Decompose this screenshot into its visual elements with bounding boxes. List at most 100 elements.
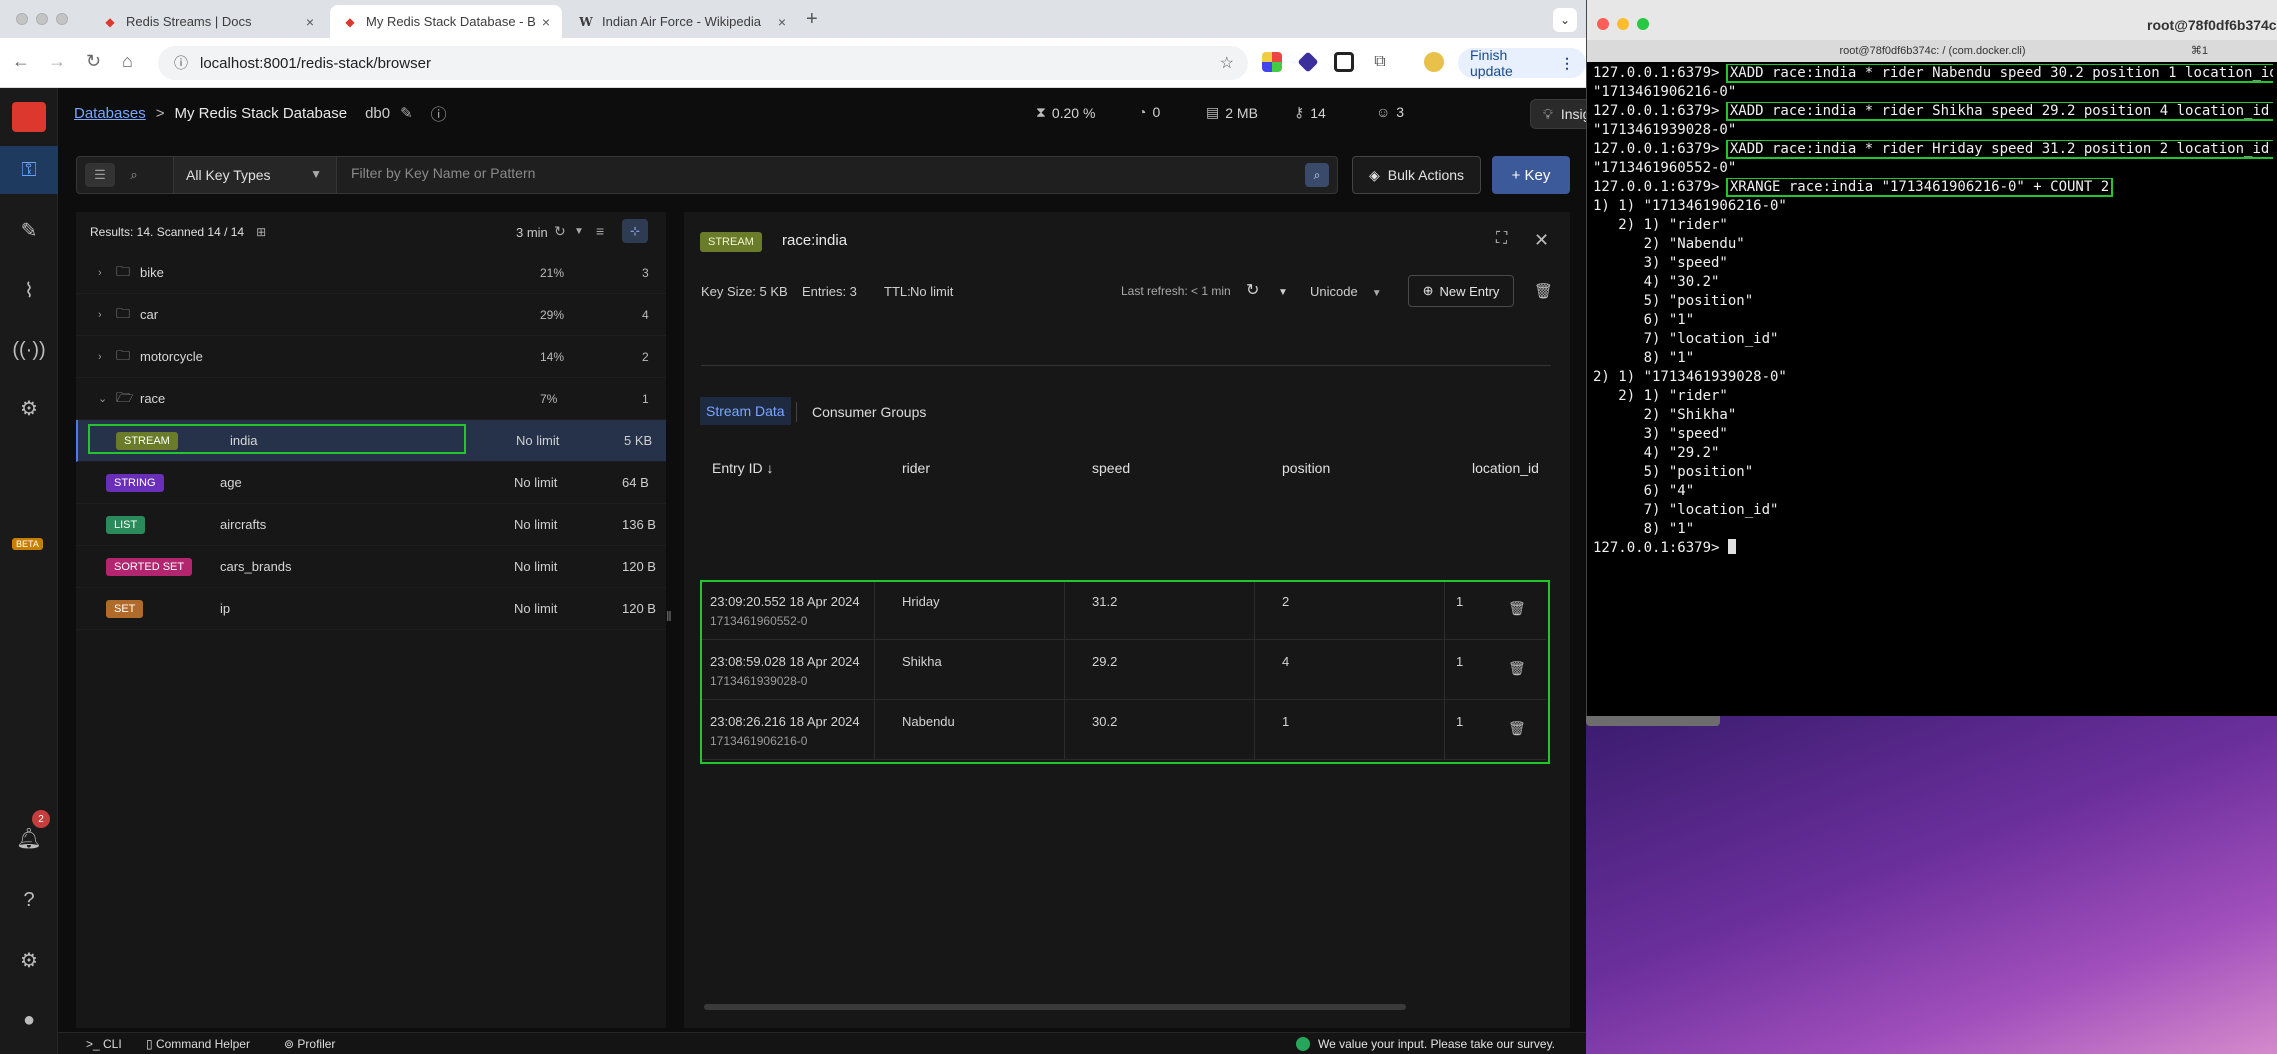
ttl-label: TTL: bbox=[884, 284, 911, 299]
command-helper-button[interactable]: ▯ Command Helper bbox=[146, 1037, 250, 1051]
reload-icon[interactable]: ↻ bbox=[86, 51, 101, 72]
cpu-stat: ⧗ 0.20 % bbox=[1036, 104, 1096, 121]
close-icon[interactable]: ✕ bbox=[1534, 230, 1549, 251]
refresh-icon[interactable]: ↻ bbox=[554, 223, 566, 240]
folder-row-race[interactable]: ⌄ 🗁︎ race 7% 1 bbox=[76, 378, 666, 420]
window-zoom-button[interactable] bbox=[56, 13, 68, 25]
refresh-icon[interactable]: ↻ bbox=[1246, 280, 1259, 300]
browser-key-icon[interactable]: ⚿ bbox=[0, 146, 58, 194]
insights-button[interactable]: 💡︎ Insights bbox=[1530, 99, 1586, 129]
key-row-cars-brands[interactable]: SORTED SET cars_brands No limit 120 B bbox=[76, 546, 666, 588]
key-row-aircrafts[interactable]: LIST aircrafts No limit 136 B bbox=[76, 504, 666, 546]
scan-more-icon[interactable]: ⊞ bbox=[256, 225, 266, 239]
key-row-ip[interactable]: SET ip No limit 120 B bbox=[76, 588, 666, 630]
tab-search-button[interactable]: ⌄ bbox=[1553, 8, 1577, 32]
terminal-output[interactable]: 127.0.0.1:6379> XADD race:india * rider … bbox=[1593, 64, 2273, 704]
terminal-prompt-line[interactable]: 127.0.0.1:6379> bbox=[1593, 539, 2273, 558]
tab-stream-data[interactable]: Stream Data bbox=[700, 397, 791, 425]
key-pattern-input[interactable]: Filter by Key Name or Pattern bbox=[351, 165, 535, 181]
search-icon[interactable]: ⌕ bbox=[1305, 163, 1329, 187]
window-minimize-button[interactable] bbox=[36, 13, 48, 25]
workbench-edit-icon[interactable]: ✎ bbox=[0, 206, 58, 254]
cli-button[interactable]: >_ CLI bbox=[86, 1037, 122, 1051]
window-minimize-button[interactable] bbox=[1617, 18, 1629, 30]
bookmark-star-icon[interactable]: ☆ bbox=[1220, 53, 1234, 73]
chevron-down-icon[interactable]: ▼ bbox=[1278, 287, 1288, 298]
add-key-button[interactable]: + Key bbox=[1492, 156, 1570, 194]
ttl-value[interactable]: No limit bbox=[910, 284, 953, 299]
survey-link[interactable]: We value your input. Please take our sur… bbox=[1296, 1037, 1555, 1051]
terminal-output-line: 1) 1) "1713461906216-0" bbox=[1593, 198, 1787, 214]
new-entry-button[interactable]: ⊕ New Entry bbox=[1408, 275, 1514, 307]
tab-consumer-groups[interactable]: Consumer Groups bbox=[812, 404, 926, 420]
bulk-actions-button[interactable]: ◈ Bulk Actions bbox=[1352, 156, 1482, 194]
settings-gear-icon[interactable]: ⚙ bbox=[0, 936, 58, 984]
extension-diamond-icon[interactable] bbox=[1297, 51, 1319, 73]
detail-key-name: race:india bbox=[782, 232, 848, 249]
folder-open-icon: 🗁︎ bbox=[116, 388, 134, 405]
terminal-window: root@78f0df6b374c root@78f0df6b374c: / (… bbox=[1586, 0, 2277, 716]
chevron-down-icon[interactable]: ⌄ bbox=[98, 392, 107, 405]
tree-view-icon[interactable]: ⊹ bbox=[622, 219, 648, 243]
kebab-menu-icon[interactable]: ⋮ bbox=[1560, 55, 1574, 72]
triggers-functions-icon[interactable]: ⚙ bbox=[0, 388, 58, 428]
window-close-button[interactable] bbox=[1597, 18, 1609, 30]
key-row-age[interactable]: STRING age No limit 64 B bbox=[76, 462, 666, 504]
chevron-right-icon[interactable]: › bbox=[98, 309, 102, 321]
user-icon: ☺ bbox=[1376, 104, 1391, 120]
extension-color-icon[interactable] bbox=[1262, 52, 1282, 72]
breadcrumb-databases-link[interactable]: Databases bbox=[74, 105, 146, 122]
key-ttl: No limit bbox=[514, 559, 558, 574]
search-mode-icon[interactable]: ⌕ bbox=[119, 163, 149, 187]
close-icon[interactable]: × bbox=[778, 14, 786, 30]
profile-avatar[interactable] bbox=[1424, 52, 1444, 72]
profiler-button[interactable]: ⊚ Profiler bbox=[284, 1037, 335, 1051]
forward-arrow-icon[interactable]: → bbox=[48, 51, 66, 72]
window-close-button[interactable] bbox=[16, 13, 28, 25]
new-tab-button[interactable]: + bbox=[806, 8, 818, 31]
browser-tab-redis-stack[interactable]: ◆ My Redis Stack Database - B × bbox=[330, 5, 562, 38]
encoding-select[interactable]: Unicode ▼ bbox=[1310, 284, 1382, 299]
key-size: 5 KB bbox=[624, 433, 653, 448]
info-icon[interactable]: ⓘ bbox=[431, 101, 447, 125]
close-icon[interactable]: × bbox=[542, 14, 550, 30]
edit-pencil-icon[interactable]: ✎ bbox=[400, 104, 413, 122]
column-header-entry-id[interactable]: Entry ID ↓ bbox=[712, 460, 773, 476]
analysis-chart-icon[interactable]: ⌇ bbox=[0, 266, 58, 314]
github-icon[interactable]: ● bbox=[0, 996, 58, 1044]
terminal-prompt: 127.0.0.1:6379> bbox=[1593, 65, 1728, 81]
browser-tab-wikipedia[interactable]: W Indian Air Force - Wikipedia × bbox=[566, 5, 798, 38]
folder-row-motorcycle[interactable]: › 🗀︎ motorcycle 14% 2 bbox=[76, 336, 666, 378]
key-size: 136 B bbox=[622, 517, 656, 532]
chevron-right-icon[interactable]: › bbox=[98, 351, 102, 363]
address-bar[interactable]: ⓘ localhost:8001/redis-stack/browser ☆ bbox=[158, 46, 1248, 80]
terminal-tab[interactable]: root@78f0df6b374c: / (com.docker.cli) ⌘1 bbox=[1587, 40, 2277, 62]
finish-update-button[interactable]: Finish update ⋮ bbox=[1458, 47, 1586, 79]
folder-row-car[interactable]: › 🗀︎ car 29% 4 bbox=[76, 294, 666, 336]
back-arrow-icon[interactable]: ← bbox=[12, 51, 30, 72]
terminal-output-line: 6) "4" bbox=[1593, 483, 1695, 499]
profiler-icon: ⊚ bbox=[284, 1037, 298, 1051]
extensions-puzzle-icon[interactable]: ⧉ bbox=[1370, 52, 1390, 72]
pubsub-broadcast-icon[interactable]: ((·)) bbox=[0, 326, 58, 374]
tree-filter-icon[interactable]: ☰ bbox=[85, 163, 115, 187]
horizontal-scrollbar[interactable] bbox=[704, 1004, 1406, 1010]
site-info-icon[interactable]: ⓘ bbox=[174, 53, 188, 73]
chevron-right-icon[interactable]: › bbox=[98, 267, 102, 279]
window-zoom-button[interactable] bbox=[1637, 18, 1649, 30]
trash-icon[interactable]: 🗑︎ bbox=[1534, 282, 1553, 300]
panel-resize-handle[interactable]: ‖ bbox=[666, 608, 672, 624]
redis-logo[interactable] bbox=[12, 102, 46, 132]
chevron-down-icon[interactable]: ▼ bbox=[574, 226, 584, 237]
browser-tab-redis-docs[interactable]: ◆ Redis Streams | Docs × bbox=[90, 5, 326, 38]
extension-square-icon[interactable] bbox=[1334, 52, 1354, 72]
key-type-select[interactable]: All Key Types ▼ bbox=[173, 157, 337, 193]
help-question-icon[interactable]: ? bbox=[0, 876, 58, 924]
folder-row-bike[interactable]: › 🗀︎ bike 21% 3 bbox=[76, 252, 666, 294]
home-icon[interactable]: ⌂ bbox=[122, 51, 133, 72]
lightbulb-icon: 💡︎ bbox=[1543, 105, 1553, 122]
key-filter-bar: ☰ ⌕ All Key Types ▼ Filter by Key Name o… bbox=[76, 156, 1338, 194]
close-icon[interactable]: × bbox=[306, 14, 314, 30]
list-view-icon[interactable]: ≡ bbox=[596, 223, 604, 239]
fullscreen-icon[interactable]: ⛶ bbox=[1496, 230, 1507, 248]
